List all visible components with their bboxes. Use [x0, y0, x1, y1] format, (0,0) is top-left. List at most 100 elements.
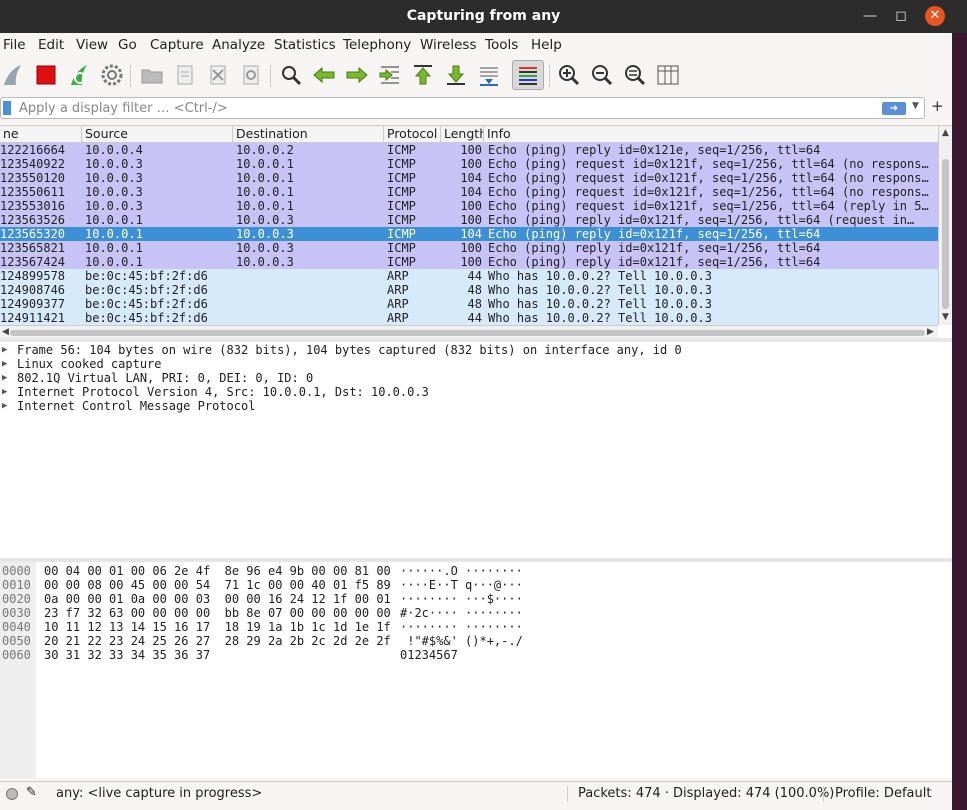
back-arrow-icon[interactable]: [311, 62, 337, 88]
autoscroll-icon[interactable]: [476, 62, 502, 88]
menu-file[interactable]: File: [3, 37, 26, 53]
table-row[interactable]: 123550611 10.0.0.3 10.0.0.1 ICMP 104 Echo (pi…: [0, 185, 938, 199]
menu-analyze[interactable]: Analyze: [212, 37, 265, 53]
table-row[interactable]: 123540922 10.0.0.3 10.0.0.1 ICMP 100 Echo (pi…: [0, 157, 938, 171]
menu-help[interactable]: Help: [531, 37, 562, 53]
stop-icon[interactable]: [33, 62, 59, 88]
maximize-icon[interactable]: ◻: [891, 6, 911, 26]
table-row[interactable]: 123567424 10.0.0.1 10.0.0.3 ICMP 100 Echo (pi…: [0, 255, 938, 269]
packet-protocol: ICMP: [387, 227, 416, 241]
save-file-icon[interactable]: [172, 62, 198, 88]
packet-details-pane: ▶ Frame 56: 104 bytes on wire (832 bits),…: [0, 342, 952, 558]
desktop-background: [952, 0, 967, 810]
go-to-packet-icon[interactable]: [377, 62, 403, 88]
hex-bytes: 10 11 12 13 14 15 16 17 18 19 1a 1b 1c 1…: [44, 620, 391, 634]
packet-length: 100: [460, 143, 482, 157]
packet-info: Echo (ping) request id=0x121f, seq=1/256…: [488, 171, 929, 185]
add-filter-button-icon[interactable]: +: [931, 97, 944, 115]
zoom-in-icon[interactable]: [556, 62, 582, 88]
packet-protocol: ICMP: [387, 185, 416, 199]
table-row[interactable]: 122216664 10.0.0.4 10.0.0.2 ICMP 100 Echo (pi…: [0, 143, 938, 157]
normal-size-icon[interactable]: [622, 62, 648, 88]
packet-list-horizontal-scrollbar[interactable]: ◀ ▶: [0, 325, 938, 339]
table-row[interactable]: 123563526 10.0.0.1 10.0.0.3 ICMP 100 Echo (pi…: [0, 213, 938, 227]
packet-destination: 10.0.0.2: [236, 143, 294, 157]
packet-length: 104: [460, 185, 482, 199]
packet-destination: 10.0.0.3: [236, 213, 294, 227]
find-icon[interactable]: [278, 62, 304, 88]
status-bar: ✎ any: <live capture in progress> Packet…: [0, 781, 952, 805]
packet-length: 100: [460, 241, 482, 255]
packet-length: 104: [460, 171, 482, 185]
packet-source: 10.0.0.1: [85, 227, 143, 241]
bookmark-icon[interactable]: [3, 101, 11, 115]
column-header-destination[interactable]: Destination: [233, 126, 384, 143]
packet-number: 124908746: [0, 283, 66, 297]
menu-tools[interactable]: Tools: [485, 37, 518, 53]
column-header-source[interactable]: Source: [82, 126, 233, 143]
column-header-protocol[interactable]: Protocol: [384, 126, 441, 143]
table-row[interactable]: 124909377 be:0c:45:bf:2f:d6 ARP 48 Who has 1…: [0, 297, 938, 311]
menu-capture[interactable]: Capture: [150, 37, 204, 53]
table-row[interactable]: 123550120 10.0.0.3 10.0.0.1 ICMP 104 Echo (pi…: [0, 171, 938, 185]
close-icon[interactable]: ✕: [925, 6, 945, 26]
menu-edit[interactable]: Edit: [38, 37, 64, 53]
menu-wireless[interactable]: Wireless: [420, 37, 477, 53]
expand-arrow-icon[interactable]: ▶: [2, 343, 7, 357]
expand-arrow-icon[interactable]: ▶: [2, 399, 7, 413]
expand-arrow-icon[interactable]: ▶: [2, 357, 7, 371]
packet-info: Who has 10.0.0.2? Tell 10.0.0.3: [488, 311, 712, 325]
hex-offset: 0060: [2, 648, 31, 662]
table-row[interactable]: 124908746 be:0c:45:bf:2f:d6 ARP 48 Who has 1…: [0, 283, 938, 297]
zoom-out-icon[interactable]: [589, 62, 615, 88]
expand-arrow-icon[interactable]: ▶: [2, 371, 7, 385]
first-packet-icon[interactable]: [410, 62, 436, 88]
shark-fin-start-icon[interactable]: [0, 62, 26, 88]
column-header-length[interactable]: Length: [441, 126, 484, 143]
packet-length: 100: [460, 157, 482, 171]
packet-protocol: ICMP: [387, 255, 416, 269]
column-header-info[interactable]: Info: [484, 126, 938, 143]
apply-filter-arrow-icon[interactable]: ➔: [882, 102, 906, 115]
capture-comment-edit-icon[interactable]: ✎: [26, 785, 37, 800]
packet-length: 100: [460, 199, 482, 213]
menu-telephony[interactable]: Telephony: [343, 37, 411, 53]
hex-bytes: 0a 00 00 01 0a 00 00 03 00 00 16 24 12 1…: [44, 592, 391, 606]
table-row[interactable]: 123565320 10.0.0.1 10.0.0.3 ICMP 104 Echo (pi…: [0, 227, 938, 241]
hex-bytes: 23 f7 32 63 00 00 00 00 bb 8e 07 00 00 0…: [44, 606, 391, 620]
packet-protocol: ICMP: [387, 213, 416, 227]
minimize-icon[interactable]: —: [860, 6, 880, 26]
table-row[interactable]: 124899578 be:0c:45:bf:2f:d6 ARP 44 Who has 1…: [0, 269, 938, 283]
resize-columns-icon[interactable]: [655, 62, 681, 88]
restart-icon[interactable]: [66, 62, 92, 88]
packet-destination: 10.0.0.1: [236, 185, 294, 199]
colorize-icon[interactable]: [512, 60, 544, 90]
last-packet-icon[interactable]: [443, 62, 469, 88]
display-filter-input[interactable]: Apply a display filter … <Ctrl-/> ➔ ▼: [0, 97, 925, 119]
menu-view[interactable]: View: [76, 37, 108, 53]
expand-arrow-icon[interactable]: ▶: [2, 385, 7, 399]
open-folder-icon[interactable]: [139, 62, 165, 88]
forward-arrow-icon[interactable]: [344, 62, 370, 88]
ascii-bytes: ······.O ········: [400, 564, 523, 578]
options-gear-icon[interactable]: [99, 62, 125, 88]
table-row[interactable]: 124911421 be:0c:45:bf:2f:d6 ARP 44 Who has 1…: [0, 311, 938, 325]
packet-destination: 10.0.0.1: [236, 171, 294, 185]
menu-statistics[interactable]: Statistics: [274, 37, 336, 53]
packet-length: 100: [460, 255, 482, 269]
filter-history-dropdown-icon[interactable]: ▼: [912, 101, 919, 111]
display-filter-bar: Apply a display filter … <Ctrl-/> ➔ ▼ +: [0, 97, 952, 119]
table-row[interactable]: 123565821 10.0.0.1 10.0.0.3 ICMP 100 Echo (pi…: [0, 241, 938, 255]
packet-bytes-pane: 0000 00 04 00 01 00 06 2e 4f 8e 96 e4 9b …: [0, 562, 952, 778]
expert-info-led-icon[interactable]: [6, 788, 18, 800]
table-row[interactable]: 123553016 10.0.0.3 10.0.0.1 ICMP 100 Echo (pi…: [0, 199, 938, 213]
hex-bytes: 00 04 00 01 00 06 2e 4f 8e 96 e4 9b 00 0…: [44, 564, 391, 578]
menu-go[interactable]: Go: [118, 37, 137, 53]
close-file-icon[interactable]: [205, 62, 231, 88]
status-profile[interactable]: Profile: Default: [835, 786, 931, 801]
reload-icon[interactable]: [238, 62, 264, 88]
column-header-no[interactable]: ne: [0, 126, 82, 143]
hex-bytes: 30 31 32 33 34 35 36 37: [44, 648, 211, 662]
packet-destination: 10.0.0.3: [236, 255, 294, 269]
packet-list-vertical-scrollbar[interactable]: ▲ ▼: [938, 126, 952, 325]
